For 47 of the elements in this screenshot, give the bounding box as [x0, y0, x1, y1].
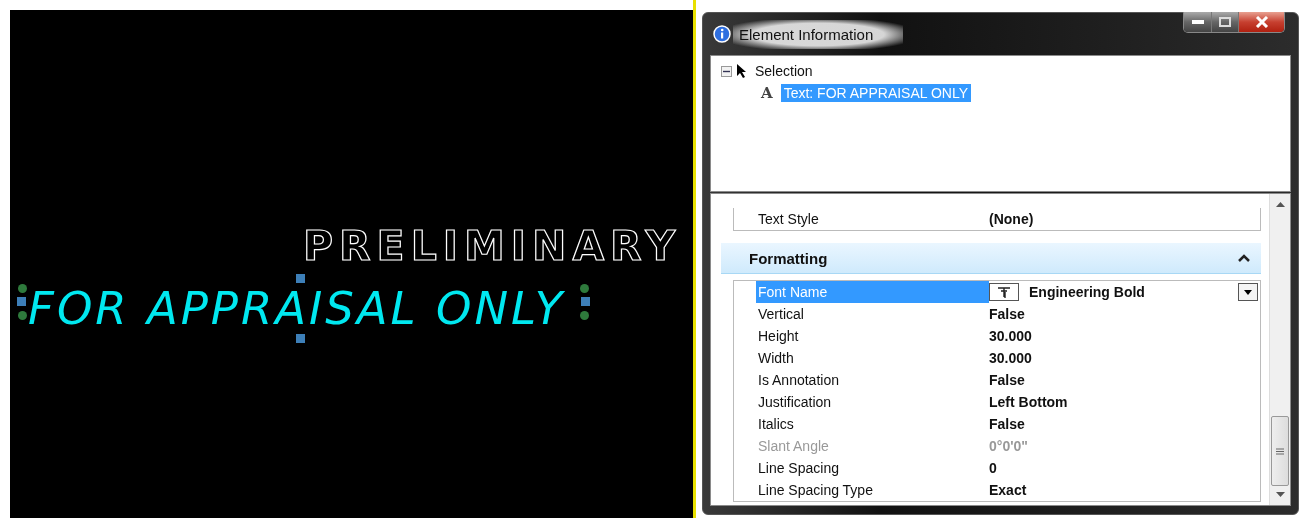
dropdown-button[interactable]	[1238, 283, 1258, 301]
property-label[interactable]: Line Spacing	[756, 457, 989, 479]
property-label[interactable]: Vertical	[756, 303, 989, 325]
tree-item[interactable]: Selection	[752, 62, 816, 80]
selected-text: FOR APPRAISAL ONLY	[28, 286, 566, 331]
minimize-icon	[1191, 20, 1204, 24]
property-label[interactable]: Justification	[756, 391, 989, 413]
property-label[interactable]: Line Spacing Type	[756, 479, 989, 501]
property-label[interactable]: Italics	[756, 413, 989, 435]
drawing-canvas[interactable]: PRELIMINARY FOR APPRAISAL ONLY	[10, 10, 693, 518]
property-value: 0	[989, 459, 998, 478]
outline-text: PRELIMINARY	[303, 222, 682, 270]
property-value: False	[989, 305, 1026, 324]
scroll-up-icon[interactable]	[1275, 202, 1285, 207]
property-value: 0°0'0"	[989, 437, 1029, 456]
font-icon	[989, 283, 1019, 301]
property-value: Left Bottom	[989, 393, 1069, 412]
section-header[interactable]: Formatting	[721, 243, 1261, 274]
property-value: False	[989, 371, 1026, 390]
grip-handle[interactable]	[296, 274, 305, 283]
maximize-icon	[1219, 17, 1231, 27]
property-value: Engineering Bold	[1029, 284, 1145, 300]
property-value: 30.000	[989, 349, 1033, 368]
chevron-icon[interactable]	[1237, 253, 1251, 263]
grip-icon[interactable]	[1276, 447, 1284, 455]
grip-handle[interactable]	[296, 334, 305, 343]
property-value: False	[989, 415, 1026, 434]
collapse-icon[interactable]	[721, 65, 732, 77]
property-label[interactable]: Width	[756, 347, 989, 369]
scrollbar[interactable]	[1269, 194, 1290, 505]
window-title: Element Information	[733, 19, 904, 49]
property-value: (None)	[989, 210, 1035, 229]
close-icon	[1254, 16, 1269, 28]
property-label[interactable]: Height	[756, 325, 989, 347]
property-label[interactable]: Text Style	[756, 208, 989, 230]
arrow-pointer-icon	[736, 63, 748, 79]
property-label[interactable]: Is Annotation	[756, 369, 989, 391]
property-value: 30.000	[989, 327, 1033, 346]
minimize-button[interactable]	[1184, 12, 1211, 32]
info-icon	[713, 25, 731, 43]
property-value: Exact	[989, 481, 1028, 500]
section-title: Formatting	[749, 249, 828, 267]
maximize-button[interactable]	[1211, 12, 1238, 32]
scroll-down-icon[interactable]	[1275, 492, 1285, 497]
close-button[interactable]	[1238, 12, 1284, 32]
caret-icon	[1244, 289, 1252, 295]
text-icon: A	[761, 84, 773, 102]
